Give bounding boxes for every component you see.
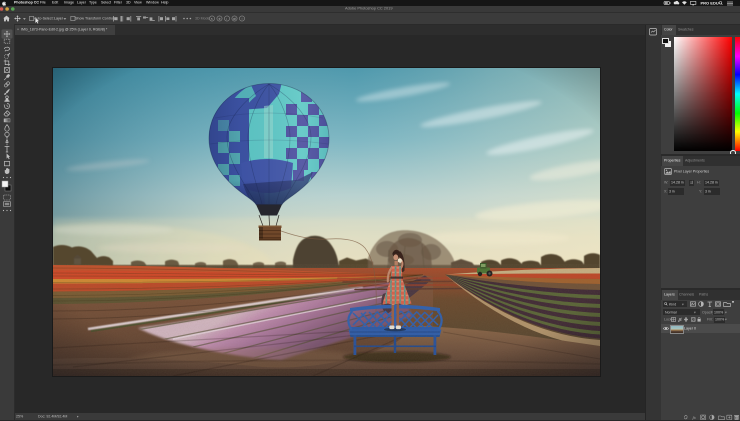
- svg-text:↻: ↻: [211, 17, 214, 21]
- svg-text:☉: ☉: [241, 17, 244, 21]
- svg-text:⇄: ⇄: [233, 17, 236, 21]
- svg-text:23: 23: [692, 317, 696, 321]
- svg-text:fx: fx: [693, 415, 696, 420]
- svg-text:✥: ✥: [218, 17, 221, 21]
- svg-text:PRO EDU: PRO EDU: [701, 1, 719, 6]
- svg-text:↕: ↕: [226, 17, 228, 21]
